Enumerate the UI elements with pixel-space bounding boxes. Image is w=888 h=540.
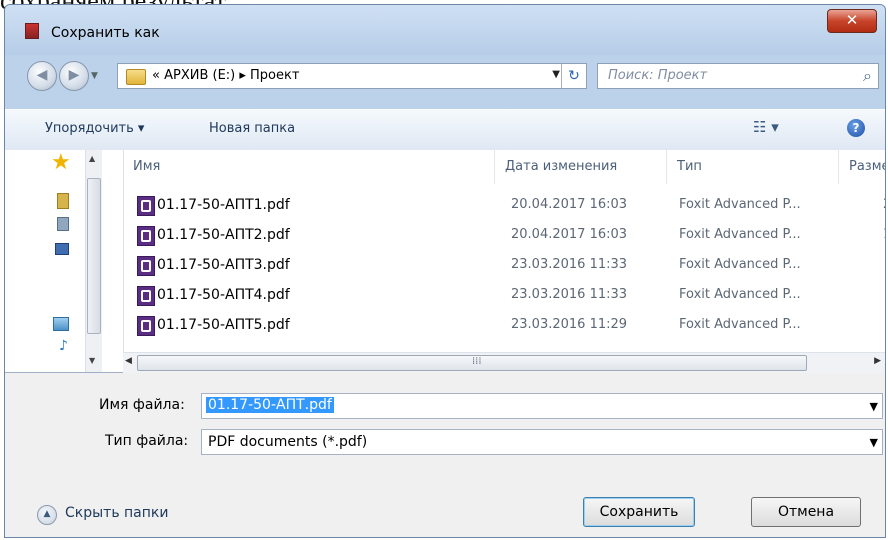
column-header-name[interactable]: Имя (123, 150, 495, 184)
file-name: 01.17-50-АПТ2.pdf (157, 227, 290, 243)
breadcrumb[interactable]: « АРХИВ (E:) ▸ Проект (152, 68, 299, 83)
scroll-left-icon[interactable]: ◀ (125, 356, 132, 366)
file-date: 23.03.2016 11:33 (511, 287, 628, 302)
column-size-label: Разме (849, 159, 885, 174)
search-input[interactable]: Поиск: Проект ⌕ (597, 63, 879, 89)
filename-input[interactable]: 01.17-50-АПТ.pdf ▼ (201, 393, 883, 419)
pdf-file-icon (137, 196, 155, 216)
save-button[interactable]: Сохранить (583, 497, 695, 527)
back-button[interactable]: ◀ (27, 61, 57, 91)
file-type: Foxit Advanced P... (679, 197, 801, 212)
library-icon[interactable] (53, 317, 69, 331)
hide-folders-button[interactable]: Скрыть папки (65, 505, 168, 521)
command-bar: Упорядочить ▾ Новая папка ☷ ▾ ? (5, 109, 885, 151)
new-folder-button[interactable]: Новая папка (209, 121, 295, 136)
file-size: 2 (883, 197, 885, 212)
address-dropdown-icon[interactable]: ▼ (552, 69, 560, 80)
dialog-title: Сохранить как (51, 25, 160, 41)
title-bar[interactable]: Сохранить как ✕ (5, 5, 885, 55)
file-date: 23.03.2016 11:29 (511, 317, 628, 332)
cancel-button[interactable]: Отмена (751, 497, 861, 527)
libraries-folder-icon[interactable] (57, 193, 69, 209)
filename-value[interactable]: 01.17-50-АПТ.pdf (206, 397, 334, 413)
scroll-grip-icon: ⁞⁞⁞ (472, 356, 482, 367)
close-button[interactable]: ✕ (827, 9, 877, 33)
navigation-pane: ★ ♪ ▲ ▼ (5, 150, 124, 372)
refresh-icon: ↻ (568, 68, 580, 84)
pdf-file-icon (137, 256, 155, 276)
file-date: 23.03.2016 11:33 (511, 257, 628, 272)
pdf-file-icon (137, 226, 155, 246)
file-size: 1 (883, 227, 885, 242)
filename-dropdown-icon[interactable]: ▼ (870, 400, 878, 413)
table-row[interactable]: 01.17-50-АПТ3.pdf 23.03.2016 11:33 Foxit… (123, 252, 885, 282)
horizontal-scroll-thumb[interactable]: ⁞⁞⁞ (137, 355, 807, 371)
pdf-file-icon (137, 316, 155, 336)
horizontal-scrollbar[interactable]: ◀ ⁞⁞⁞ ▶ (123, 352, 885, 373)
file-date: 20.04.2017 16:03 (511, 227, 628, 242)
forward-button[interactable]: ▶ (59, 61, 89, 91)
help-icon[interactable]: ? (847, 119, 865, 137)
app-icon (25, 23, 39, 39)
file-type: Foxit Advanced P... (679, 257, 801, 272)
save-form: Имя файла: 01.17-50-АПТ.pdf ▼ Тип файла:… (5, 373, 885, 485)
file-type: Foxit Advanced P... (679, 317, 801, 332)
views-icon[interactable]: ☷ ▾ (753, 118, 779, 136)
star-icon[interactable]: ★ (51, 150, 71, 175)
filename-label: Имя файла: (99, 397, 185, 413)
scroll-right-icon[interactable]: ▶ (874, 356, 881, 366)
address-bar[interactable]: « АРХИВ (E:) ▸ Проект ▼ ↻ (117, 63, 587, 89)
filetype-label: Тип файла: (105, 433, 189, 449)
file-list: Имя Дата изменения Тип Разме 01.17-50-АП… (123, 150, 885, 350)
file-name: 01.17-50-АПТ1.pdf (157, 197, 290, 213)
refresh-button[interactable]: ↻ (561, 64, 586, 88)
filetype-select[interactable]: PDF documents (*.pdf) ▼ (201, 429, 883, 455)
forward-arrow-icon: ▶ (68, 67, 80, 83)
organize-menu[interactable]: Упорядочить ▾ (45, 121, 144, 136)
file-name: 01.17-50-АПТ4.pdf (157, 287, 290, 303)
save-as-dialog: Сохранить как ✕ ◀ ▶ ▼ « АРХИВ (E:) ▸ Про… (4, 4, 886, 538)
scroll-up-icon[interactable]: ▲ (89, 154, 95, 163)
file-type: Foxit Advanced P... (679, 287, 801, 302)
network-icon[interactable] (57, 217, 69, 231)
column-header-date[interactable]: Дата изменения (495, 150, 667, 184)
scroll-down-icon[interactable]: ▼ (89, 356, 95, 365)
back-arrow-icon: ◀ (36, 67, 48, 83)
search-placeholder: Поиск: Проект (608, 68, 708, 83)
file-type: Foxit Advanced P... (679, 227, 801, 242)
navigation-scroll-thumb[interactable] (87, 178, 101, 334)
recent-pages-dropdown[interactable]: ▼ (91, 71, 98, 81)
folder-icon (126, 69, 146, 85)
filetype-dropdown-icon[interactable]: ▼ (870, 436, 878, 449)
computer-icon[interactable] (55, 243, 69, 255)
hide-folders-icon[interactable]: ▲ (37, 505, 57, 525)
file-name: 01.17-50-АПТ3.pdf (157, 257, 290, 273)
address-row: ◀ ▶ ▼ « АРХИВ (E:) ▸ Проект ▼ ↻ Поиск: П… (5, 53, 885, 95)
search-icon[interactable]: ⌕ (863, 66, 872, 86)
table-row[interactable]: 01.17-50-АПТ2.pdf 20.04.2017 16:03 Foxit… (123, 222, 885, 252)
table-row[interactable]: 01.17-50-АПТ1.pdf 20.04.2017 16:03 Foxit… (123, 192, 885, 222)
column-name-label: Имя (133, 159, 161, 174)
file-name: 01.17-50-АПТ5.pdf (157, 317, 290, 333)
filetype-value: PDF documents (*.pdf) (208, 434, 368, 450)
file-date: 20.04.2017 16:03 (511, 197, 628, 212)
browser-pane: ★ ♪ ▲ ▼ Имя Дата изменения Тип Разме (5, 150, 885, 373)
column-header-size[interactable]: Разме (839, 150, 885, 184)
column-type-label: Тип (677, 159, 702, 174)
dialog-footer: ▲ Скрыть папки Сохранить Отмена (5, 485, 885, 537)
column-date-label: Дата изменения (505, 159, 618, 174)
pdf-file-icon (137, 286, 155, 306)
column-header-type[interactable]: Тип (667, 150, 839, 184)
table-row[interactable]: 01.17-50-АПТ5.pdf 23.03.2016 11:29 Foxit… (123, 312, 885, 342)
music-icon[interactable]: ♪ (59, 338, 68, 354)
table-row[interactable]: 01.17-50-АПТ4.pdf 23.03.2016 11:33 Foxit… (123, 282, 885, 312)
